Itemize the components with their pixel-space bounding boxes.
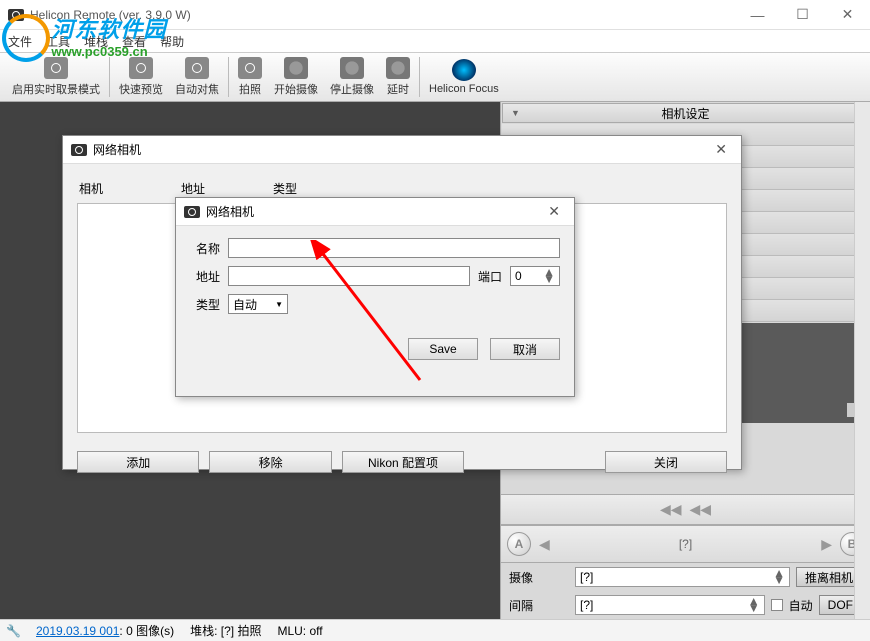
- remove-button[interactable]: 移除: [209, 451, 331, 473]
- helicon-icon: [452, 59, 476, 81]
- dialog-titlebar[interactable]: 网络相机 ✕: [63, 136, 741, 164]
- app-icon: [8, 9, 24, 21]
- skip-back-icon[interactable]: ◀◀: [660, 501, 682, 518]
- menu-file[interactable]: 文件: [8, 33, 32, 50]
- separator: [419, 57, 420, 97]
- window-buttons: — ☐ ✕: [735, 0, 870, 30]
- col-type: 类型: [273, 180, 725, 197]
- col-camera: 相机: [79, 180, 169, 197]
- network-camera-form-dialog: 网络相机 ✕ 名称 地址 端口 0▲▼ 类型 自动▼ Save 取消: [175, 197, 575, 397]
- liveview-button[interactable]: 启用实时取景模式: [6, 55, 106, 99]
- minimize-button[interactable]: —: [735, 0, 780, 30]
- name-row: 名称: [176, 234, 574, 262]
- add-button[interactable]: 添加: [77, 451, 199, 473]
- col-address: 地址: [181, 180, 261, 197]
- maximize-button[interactable]: ☐: [780, 0, 825, 30]
- autofocus-button[interactable]: 自动对焦: [169, 55, 225, 99]
- form-buttons: Save 取消: [176, 318, 574, 370]
- nav-value: [?]: [558, 537, 813, 551]
- name-label: 名称: [190, 240, 220, 257]
- address-label: 地址: [190, 268, 220, 285]
- window-title: Helicon Remote (ver. 3.9.0 W): [30, 8, 735, 22]
- interval-label: 间隔: [509, 597, 569, 614]
- stop-rec-button[interactable]: 停止摄像: [324, 55, 380, 99]
- chevron-down-icon: ▼: [275, 300, 283, 309]
- dialog-title: 网络相机: [206, 203, 542, 220]
- collapse-icon: ▼: [511, 108, 520, 118]
- stack-status: 堆栈: [?] 拍照: [190, 622, 261, 639]
- start-rec-button[interactable]: 开始摄像: [268, 55, 324, 99]
- type-select[interactable]: 自动▼: [228, 294, 288, 314]
- auto-label: 自动: [789, 597, 813, 614]
- nikon-config-button[interactable]: Nikon 配置项: [342, 451, 464, 473]
- port-input[interactable]: 0▲▼: [510, 266, 560, 286]
- helicon-focus-button[interactable]: Helicon Focus: [423, 57, 505, 97]
- record-icon: [284, 57, 308, 79]
- window-titlebar: Helicon Remote (ver. 3.9.0 W) — ☐ ✕: [0, 0, 870, 30]
- preview-button[interactable]: 快速预览: [113, 55, 169, 99]
- stop-icon: [340, 57, 364, 79]
- menu-view[interactable]: 查看: [122, 33, 146, 50]
- type-label: 类型: [190, 296, 220, 313]
- shoot-spinner[interactable]: [?]▲▼: [575, 567, 790, 587]
- menu-tools[interactable]: 工具: [46, 33, 70, 50]
- next-icon[interactable]: ▶: [821, 536, 832, 553]
- separator: [228, 57, 229, 97]
- shoot-label: 摄像: [509, 569, 569, 586]
- image-count: : 0 图像(s): [119, 624, 174, 638]
- close-button[interactable]: ✕: [825, 0, 870, 30]
- menubar: 文件 工具 堆栈 查看 帮助: [0, 30, 870, 52]
- address-row: 地址 端口 0▲▼: [176, 262, 574, 290]
- timer-icon: [386, 57, 410, 79]
- close-icon[interactable]: ✕: [709, 141, 733, 158]
- camera-settings-header[interactable]: ▼ 相机设定: [502, 103, 869, 123]
- session-link[interactable]: 2019.03.19 001: [36, 624, 119, 638]
- shoot-row: 摄像 [?]▲▼ 推离相机: [501, 563, 870, 591]
- camera-icon: [44, 57, 68, 79]
- statusbar: 🔧 2019.03.19 001: 0 图像(s) 堆栈: [?] 拍照 MLU…: [0, 619, 870, 641]
- port-label: 端口: [478, 268, 502, 285]
- scrollbar[interactable]: [854, 102, 870, 619]
- mlu-status: MLU: off: [277, 624, 322, 638]
- ab-nav: A ◀ [?] ▶ B: [501, 525, 870, 563]
- push-camera-button[interactable]: 推离相机: [796, 567, 862, 587]
- wrench-icon[interactable]: 🔧: [6, 624, 20, 638]
- focus-icon: [185, 57, 209, 79]
- menu-stack[interactable]: 堆栈: [84, 33, 108, 50]
- point-a-button[interactable]: A: [507, 532, 531, 556]
- close-button[interactable]: 关闭: [605, 451, 727, 473]
- dialog-titlebar[interactable]: 网络相机 ✕: [176, 198, 574, 226]
- save-button[interactable]: Save: [408, 338, 478, 360]
- camera-icon: [184, 206, 200, 218]
- interval-spinner[interactable]: [?]▲▼: [575, 595, 765, 615]
- separator: [109, 57, 110, 97]
- toolbar: 启用实时取景模式 快速预览 自动对焦 拍照 开始摄像 停止摄像 延时 Helic…: [0, 52, 870, 102]
- capture-button[interactable]: 拍照: [232, 55, 268, 99]
- panel-title: 相机设定: [661, 105, 709, 122]
- prev-icon[interactable]: ◀: [539, 536, 550, 553]
- menu-help[interactable]: 帮助: [160, 33, 184, 50]
- name-input[interactable]: [228, 238, 560, 258]
- interval-row: 间隔 [?]▲▼ 自动 DOF: [501, 591, 870, 619]
- focus-nav: ◀◀ ◀◀: [501, 494, 870, 525]
- cancel-button[interactable]: 取消: [490, 338, 560, 360]
- shutter-icon: [238, 57, 262, 79]
- dialog-title: 网络相机: [93, 141, 709, 158]
- dialog-buttons: 添加 移除 Nikon 配置项 关闭: [63, 443, 741, 481]
- timelapse-button[interactable]: 延时: [380, 55, 416, 99]
- auto-checkbox[interactable]: [771, 599, 783, 611]
- address-input[interactable]: [228, 266, 470, 286]
- camera-icon: [71, 144, 87, 156]
- type-row: 类型 自动▼: [176, 290, 574, 318]
- close-icon[interactable]: ✕: [542, 203, 566, 220]
- preview-icon: [129, 57, 153, 79]
- step-back-icon[interactable]: ◀◀: [690, 501, 712, 518]
